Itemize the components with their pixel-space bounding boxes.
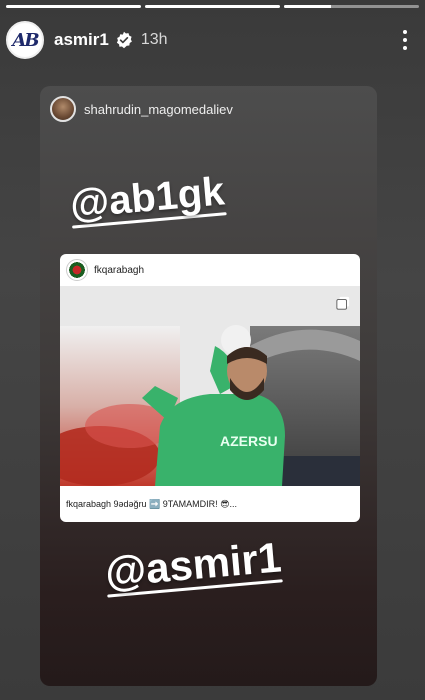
author-name: shahrudin_magomedaliev <box>84 101 233 117</box>
post-header: fkqarabagh <box>60 254 360 286</box>
jersey-text: AZERSU <box>220 433 278 449</box>
progress-segment <box>145 5 280 8</box>
reshared-story[interactable]: shahrudin_magomedaliev @ab1gk fkqarabagh <box>40 86 377 686</box>
progress-segment <box>284 5 419 8</box>
post-photo: AZERSU <box>60 286 360 486</box>
story-progress <box>6 5 419 8</box>
more-options-icon[interactable] <box>395 25 415 55</box>
carousel-icon <box>336 296 350 310</box>
mention-sticker[interactable]: @ab1gk <box>68 169 227 229</box>
username[interactable]: asmir1 <box>54 30 109 50</box>
author-avatar <box>50 96 76 122</box>
mention-sticker[interactable]: @asmir1 <box>103 533 284 598</box>
post-card[interactable]: fkqarabagh AZERSU fkqarabagh 9ədəğru ➡️ … <box>60 254 360 522</box>
post-time: 13h <box>140 31 168 48</box>
progress-segment <box>6 5 141 8</box>
reshare-author[interactable]: shahrudin_magomedaliev <box>50 96 233 122</box>
mention-text: @asmir1 <box>103 533 284 596</box>
mention-text: @ab1gk <box>68 169 227 227</box>
verified-badge-icon <box>116 31 132 49</box>
post-caption: fkqarabagh 9ədəğru ➡️ 9TAMAMDIR! 😎... <box>66 498 237 509</box>
player-photo: AZERSU <box>60 286 360 486</box>
story-header: AB asmir1 13h <box>6 18 415 62</box>
post-account: fkqarabagh <box>94 264 145 276</box>
avatar[interactable]: AB <box>6 21 44 59</box>
club-logo <box>66 259 88 281</box>
avatar-monogram: AB <box>12 29 39 51</box>
